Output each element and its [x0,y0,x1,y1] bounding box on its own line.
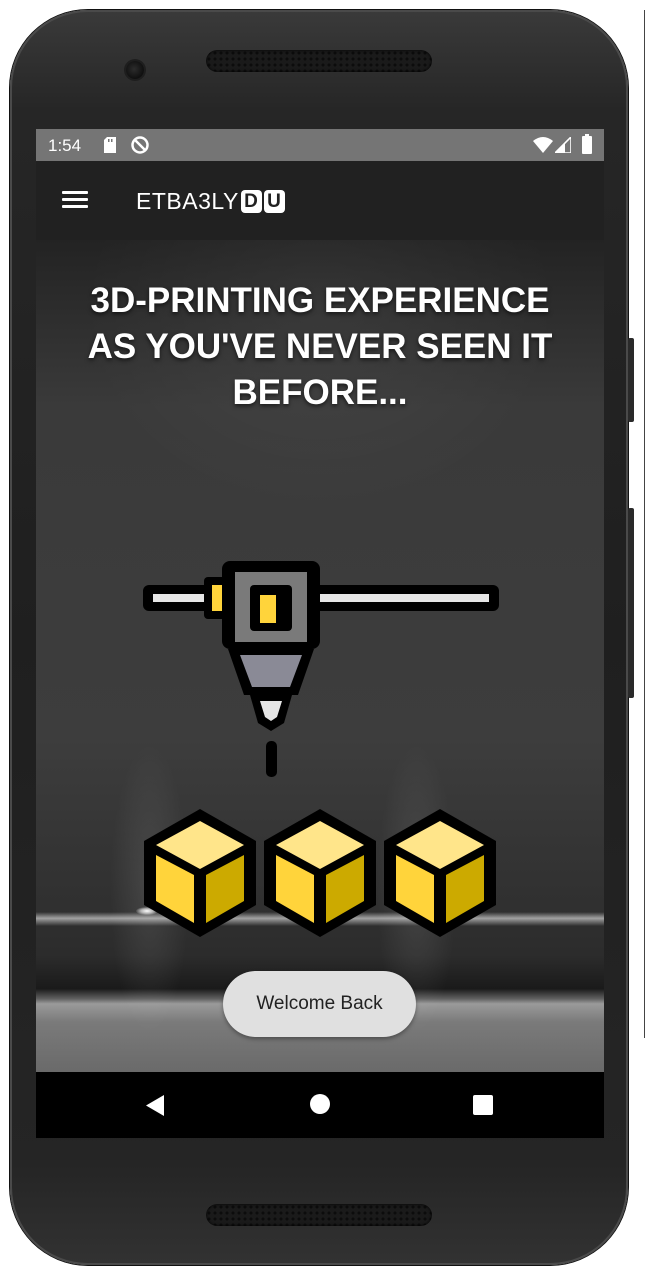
front-camera [126,61,144,79]
headline-line-3: BEFORE... [232,373,408,412]
sd-card-icon [104,137,116,153]
battery-icon [582,134,592,154]
bottom-speaker [206,1204,432,1226]
navigation-bar [36,1072,604,1138]
headline: 3D-PRINTING EXPERIENCE AS YOU'VE NEVER S… [56,278,584,416]
recents-icon[interactable] [473,1095,493,1115]
home-icon[interactable] [310,1094,330,1114]
3d-printer-cubes-icon [143,561,499,777]
headline-line-1: 3D-PRINTING EXPERIENCE [90,281,550,320]
status-time: 1:54 [48,136,82,155]
power-button [628,338,634,422]
app-bar: ETBA3LY D U [36,161,604,240]
device-screen: 1:54 ETBA3LY D U 3D-PRINTING EXPERIENCE … [36,129,604,1138]
headline-line-2: AS YOU'VE NEVER SEEN IT [87,327,553,366]
brand-text: ETBA3LY [136,187,239,214]
hamburger-menu-icon[interactable] [62,191,88,209]
app-logo: ETBA3LY D U [136,188,285,214]
data-saver-icon [131,136,149,154]
back-icon[interactable] [146,1095,164,1116]
edge-line [644,10,645,1038]
main-content: 3D-PRINTING EXPERIENCE AS YOU'VE NEVER S… [36,240,604,1072]
volume-button [628,508,634,698]
welcome-back-button[interactable]: Welcome Back [223,971,416,1037]
brand-box-u: U [263,189,285,213]
top-speaker [206,50,432,72]
cube-row [144,809,496,937]
cell-signal-icon [555,137,571,153]
wifi-icon [533,137,553,153]
status-bar: 1:54 [36,129,604,161]
brand-box-d: D [240,189,262,213]
